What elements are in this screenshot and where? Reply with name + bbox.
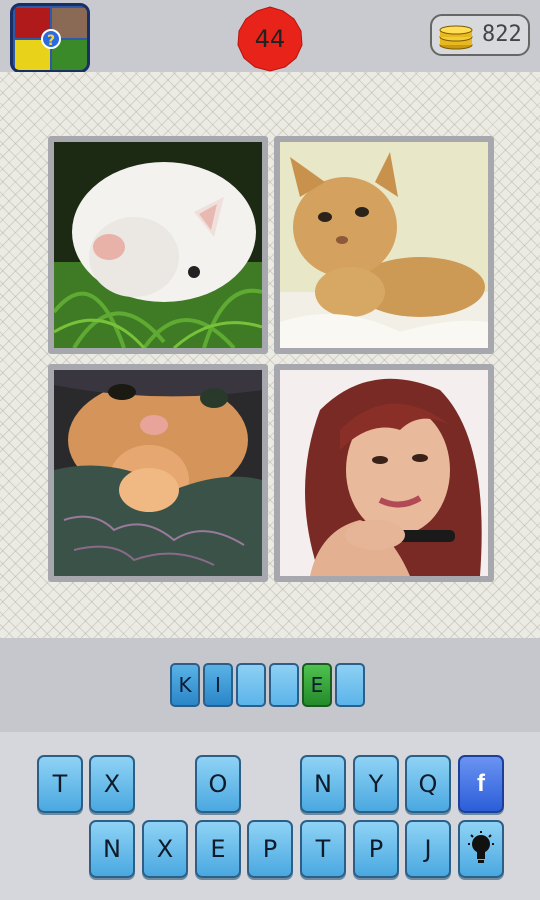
- hidden-cat-image: [54, 370, 262, 576]
- letter-key[interactable]: T: [300, 820, 346, 878]
- top-bar: ? 44 822: [0, 0, 540, 73]
- white-kitten-image: [54, 142, 262, 348]
- answer-area: K I E: [0, 638, 540, 732]
- woman-portrait-image: [280, 370, 488, 576]
- lightbulb-icon: [468, 831, 494, 863]
- letter-key[interactable]: T: [37, 755, 83, 813]
- question-mark-icon: ?: [41, 29, 61, 49]
- answer-slots: K I E: [170, 663, 365, 707]
- puzzle-board: [0, 72, 540, 638]
- letter-key[interactable]: N: [89, 820, 135, 878]
- letter-key[interactable]: Y: [353, 755, 399, 813]
- letter-key[interactable]: X: [142, 820, 188, 878]
- letter-key[interactable]: P: [247, 820, 293, 878]
- level-number: 44: [254, 25, 286, 53]
- puzzle-image-2[interactable]: [274, 136, 494, 354]
- answer-slot[interactable]: [269, 663, 299, 707]
- puzzle-image-1[interactable]: [48, 136, 268, 354]
- facebook-icon: f: [477, 770, 485, 797]
- answer-slot[interactable]: [335, 663, 365, 707]
- app-logo-icon[interactable]: ?: [10, 3, 90, 73]
- letter-key[interactable]: O: [195, 755, 241, 813]
- answer-slot-hint[interactable]: E: [302, 663, 332, 707]
- puzzle-image-4[interactable]: [274, 364, 494, 582]
- letter-key[interactable]: Q: [405, 755, 451, 813]
- coin-count: 822: [482, 22, 522, 47]
- coins-icon: [439, 25, 473, 50]
- letter-key[interactable]: P: [353, 820, 399, 878]
- answer-slot[interactable]: [236, 663, 266, 707]
- hint-button[interactable]: [458, 820, 504, 878]
- letter-key[interactable]: X: [89, 755, 135, 813]
- answer-slot[interactable]: K: [170, 663, 200, 707]
- level-badge: 44: [236, 6, 304, 72]
- facebook-share-button[interactable]: f: [458, 755, 504, 813]
- puzzle-image-3[interactable]: [48, 364, 268, 582]
- coin-counter[interactable]: 822: [430, 14, 530, 56]
- letter-key[interactable]: N: [300, 755, 346, 813]
- answer-slot[interactable]: I: [203, 663, 233, 707]
- ginger-kitten-image: [280, 142, 488, 348]
- letter-key[interactable]: J: [405, 820, 451, 878]
- letter-key[interactable]: E: [195, 820, 241, 878]
- letter-keyboard: T X O N Y Q f N X E P T P J: [0, 732, 540, 900]
